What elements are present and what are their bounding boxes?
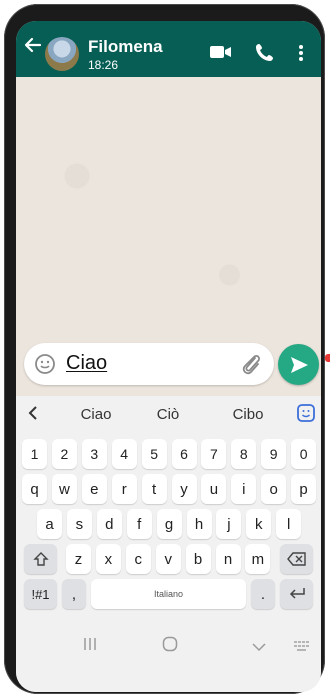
key-w[interactable]: w [51,474,77,504]
phone-icon[interactable] [256,43,274,66]
key-e[interactable]: e [81,474,107,504]
message-text[interactable]: Ciao [66,352,107,375]
paperclip-icon[interactable] [240,352,262,381]
suggestion-2[interactable]: Ciò [138,406,198,423]
enter-icon [289,588,305,599]
key-o[interactable]: o [261,474,287,504]
contact-avatar[interactable] [45,37,79,71]
suggestion-3[interactable]: Cibo [218,406,278,423]
key-2[interactable]: 2 [51,439,77,469]
key-n[interactable]: n [215,544,241,574]
edge-indicator [325,354,330,362]
hide-keyboard-icon[interactable] [252,639,266,657]
screen: Filomena 18:26 Ciao Ciao Ciò Cibo 1 2 3 … [16,21,321,692]
last-seen: 18:26 [88,58,119,72]
sticker-icon[interactable] [297,404,315,427]
key-p[interactable]: p [291,474,317,504]
key-i[interactable]: i [231,474,257,504]
chat-header: Filomena 18:26 [16,21,321,77]
key-6[interactable]: 6 [171,439,197,469]
phone-frame: Filomena 18:26 Ciao Ciao Ciò Cibo 1 2 3 … [4,4,325,694]
send-button[interactable] [278,344,319,385]
key-l[interactable]: l [276,509,302,539]
smiley-icon[interactable] [34,353,56,380]
key-b[interactable]: b [185,544,211,574]
contact-name[interactable]: Filomena [88,37,163,57]
key-g[interactable]: g [156,509,182,539]
period-key[interactable]: . [251,579,275,609]
key-y[interactable]: y [171,474,197,504]
key-j[interactable]: j [216,509,242,539]
key-d[interactable]: d [96,509,122,539]
shift-icon [32,552,49,566]
key-k[interactable]: k [246,509,272,539]
system-nav-bar [16,628,321,660]
key-u[interactable]: u [201,474,227,504]
key-8[interactable]: 8 [231,439,257,469]
key-3[interactable]: 3 [81,439,107,469]
key-c[interactable]: c [125,544,151,574]
key-m[interactable]: m [245,544,271,574]
key-1[interactable]: 1 [22,439,47,469]
key-7[interactable]: 7 [201,439,227,469]
key-t[interactable]: t [141,474,167,504]
backspace-key[interactable] [280,544,313,574]
chevron-left-icon[interactable] [28,405,38,426]
key-a[interactable]: a [37,509,62,539]
key-r[interactable]: r [111,474,137,504]
space-bar[interactable]: Italiano [91,579,246,609]
key-x[interactable]: x [95,544,121,574]
home-icon[interactable] [162,636,178,657]
key-s[interactable]: s [66,509,92,539]
back-arrow-icon[interactable] [23,35,43,55]
symbols-key[interactable]: !#1 [24,579,57,609]
message-input[interactable]: Ciao [24,343,274,385]
key-0[interactable]: 0 [291,439,317,469]
key-5[interactable]: 5 [141,439,167,469]
more-vertical-icon[interactable] [298,45,304,66]
send-icon [291,357,308,373]
key-z[interactable]: z [66,544,91,574]
video-camera-icon[interactable] [210,45,232,64]
key-h[interactable]: h [186,509,212,539]
key-4[interactable]: 4 [111,439,137,469]
key-q[interactable]: q [22,474,47,504]
enter-key[interactable] [280,579,313,609]
backspace-icon [286,552,306,566]
shift-key[interactable] [24,544,57,574]
keyboard: Ciao Ciò Cibo 1234567890 qwertyuiop asdf… [16,396,321,692]
key-v[interactable]: v [155,544,181,574]
key-f[interactable]: f [126,509,152,539]
key-9[interactable]: 9 [261,439,287,469]
suggestion-1[interactable]: Ciao [66,406,126,423]
suggestion-bar: Ciao Ciò Cibo [16,396,321,433]
comma-key[interactable]: , [62,579,86,609]
keyboard-icon[interactable] [294,638,310,656]
recent-apps-icon[interactable] [83,637,97,656]
